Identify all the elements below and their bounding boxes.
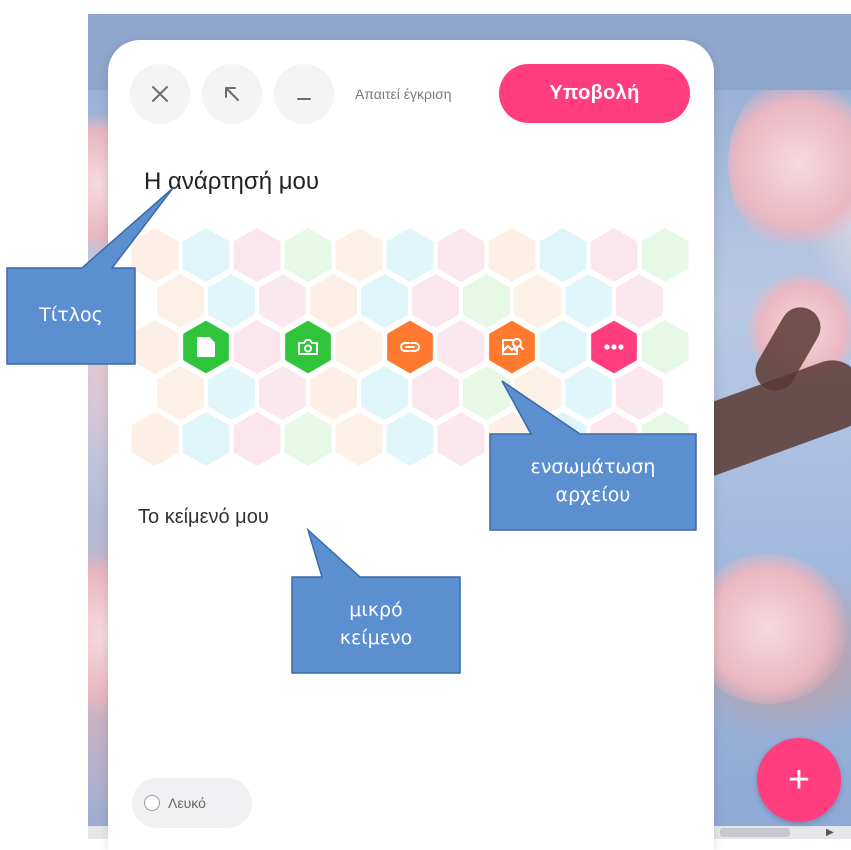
arrow-up-left-icon	[225, 87, 239, 101]
hex-cell	[233, 228, 281, 282]
hex-cell	[335, 412, 383, 466]
hex-cell	[488, 228, 536, 282]
link-button[interactable]	[387, 321, 433, 373]
image-search-button[interactable]	[489, 321, 535, 373]
hex-cell	[233, 412, 281, 466]
hex-cell	[616, 274, 663, 328]
embed-callout-line2: αρχείου	[555, 484, 631, 506]
hex-cell	[182, 412, 230, 466]
hex-cell	[641, 228, 689, 282]
upload-file-icon	[197, 337, 215, 357]
hex-cell	[463, 274, 510, 328]
hex-cell	[412, 274, 459, 328]
expand-button[interactable]	[202, 64, 262, 124]
hex-cell	[131, 228, 179, 282]
minimize-button[interactable]	[274, 64, 334, 124]
hex-cell	[539, 320, 587, 374]
add-button[interactable]: +	[757, 738, 841, 822]
hex-cell	[386, 228, 434, 282]
hex-cell	[616, 366, 663, 420]
approval-required-text: Απαιτεί έγκριση	[355, 86, 452, 102]
hex-cell	[412, 366, 459, 420]
post-title-field[interactable]: Η ανάρτησή μου	[144, 168, 319, 196]
submit-button[interactable]: Υποβολή	[499, 64, 690, 123]
close-icon	[152, 86, 168, 102]
hex-cell	[284, 412, 332, 466]
theme-selector[interactable]: Λευκό	[132, 778, 252, 828]
hex-cell	[565, 274, 612, 328]
hex-cell	[335, 320, 383, 374]
hex-cell	[208, 274, 255, 328]
hex-cell	[131, 320, 179, 374]
hex-cell	[131, 412, 179, 466]
minimize-icon	[297, 98, 311, 100]
hex-cell	[437, 320, 485, 374]
more-button[interactable]	[591, 321, 637, 373]
theme-label: Λευκό	[168, 795, 206, 811]
text-callout: μικρό κείμενο	[292, 577, 460, 673]
hex-cell	[157, 274, 204, 328]
close-button[interactable]	[130, 64, 190, 124]
hex-cell	[514, 274, 561, 328]
text-callout-line1: μικρό	[349, 599, 403, 622]
hex-cell	[233, 320, 281, 374]
hex-cell	[310, 274, 357, 328]
hex-cell	[284, 228, 332, 282]
hex-cell	[539, 228, 587, 282]
hex-cell	[335, 228, 383, 282]
hex-cell	[463, 366, 510, 420]
hex-cell	[590, 228, 638, 282]
upload-file-button[interactable]	[183, 321, 229, 373]
hex-cell	[361, 274, 408, 328]
camera-button[interactable]	[285, 321, 331, 373]
hex-cell	[641, 320, 689, 374]
hex-cell	[361, 366, 408, 420]
hex-cell	[565, 366, 612, 420]
hex-cell	[208, 366, 255, 420]
hex-cell	[386, 412, 434, 466]
hex-cell	[182, 228, 230, 282]
hex-cell	[259, 274, 306, 328]
hex-cell	[310, 366, 357, 420]
scrollbar-thumb[interactable]	[720, 828, 790, 837]
hex-cell	[437, 228, 485, 282]
embed-callout-line1: ενσωμάτωση	[530, 456, 656, 479]
hex-cell	[437, 412, 485, 466]
hex-cell	[514, 366, 561, 420]
more-icon	[604, 344, 624, 350]
hex-cell	[157, 366, 204, 420]
radio-button[interactable]	[144, 795, 160, 811]
hex-cell	[259, 366, 306, 420]
scroll-right-icon[interactable]: ▶	[826, 827, 834, 838]
text-callout-line2: κείμενο	[339, 627, 413, 649]
title-callout-text: Τίτλος	[39, 304, 103, 327]
embed-callout: ενσωμάτωση αρχείου	[490, 434, 696, 530]
post-body-field[interactable]: Το κείμενό μου	[138, 506, 269, 529]
title-callout: Τίτλος	[7, 268, 135, 364]
